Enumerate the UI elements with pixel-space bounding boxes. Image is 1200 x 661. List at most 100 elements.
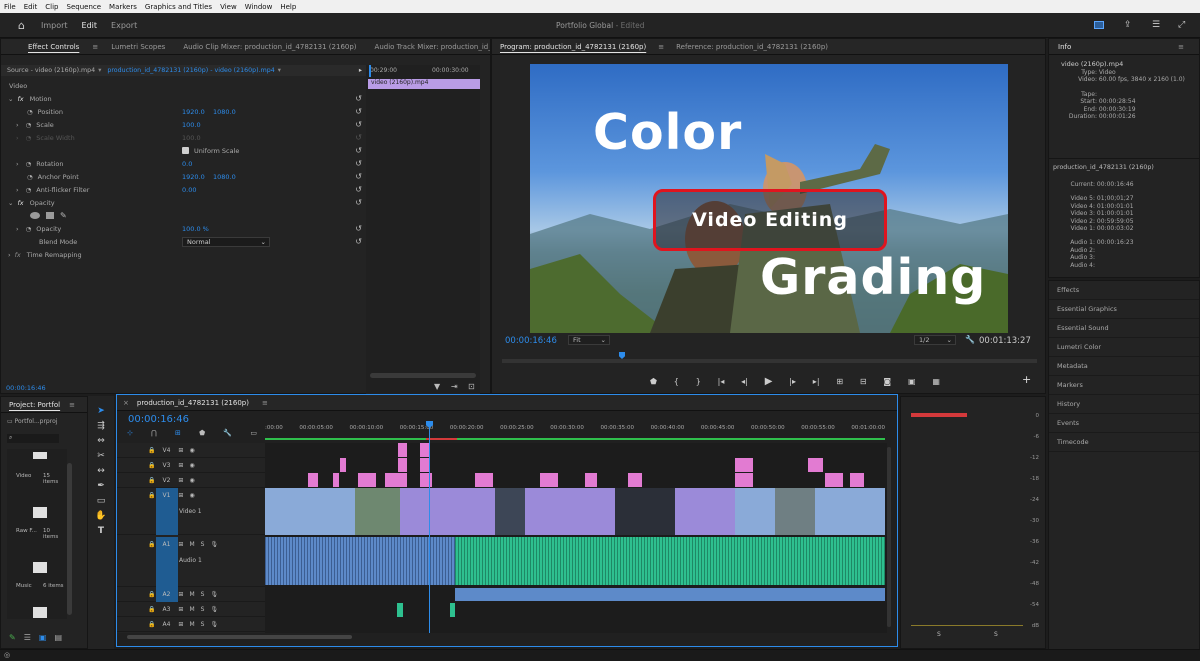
panel-markers[interactable]: Markers xyxy=(1049,376,1199,395)
clip-v3[interactable] xyxy=(340,458,346,472)
sequence-clip-label[interactable]: production_id_4782131 (2160p) - video (2… xyxy=(107,67,274,74)
tabs-menu-icon[interactable]: ≡ xyxy=(69,401,75,409)
pencil-icon[interactable]: ✎ xyxy=(9,633,16,642)
bin-item[interactable]: Music 6 items xyxy=(7,559,67,619)
timeline-playhead[interactable] xyxy=(429,421,430,633)
sync-lock-icon[interactable]: ⊞ xyxy=(178,447,183,454)
panel-essential-sound[interactable]: Essential Sound xyxy=(1049,319,1199,338)
effect-controls-timecode[interactable]: 00:00:16:46 xyxy=(6,384,46,392)
menu-file[interactable]: File xyxy=(0,3,20,11)
sync-lock-icon[interactable]: ⊞ xyxy=(178,591,183,598)
reset-icon[interactable]: ↺ xyxy=(355,120,362,129)
tabs-menu-icon[interactable]: ≡ xyxy=(655,43,667,51)
fullscreen-icon[interactable]: ⤢ xyxy=(1178,20,1185,30)
nest-icon[interactable]: ⊹ xyxy=(127,429,133,437)
tab-effect-controls[interactable]: Effect Controls xyxy=(19,43,88,51)
close-icon[interactable]: × xyxy=(117,399,133,407)
solo-right-button[interactable]: S xyxy=(994,631,998,638)
sync-lock-icon[interactable]: ⊞ xyxy=(178,621,183,628)
clip-v2[interactable] xyxy=(475,473,493,487)
stopwatch-icon[interactable]: ◔ xyxy=(26,186,32,194)
time-ruler[interactable]: :00:00 00:00:05:00 00:00:10:00 00:00:15:… xyxy=(265,421,885,441)
project-scrollbar[interactable] xyxy=(67,463,72,615)
clip-v1[interactable] xyxy=(525,488,615,535)
mini-clip[interactable]: video (2160p).mp4 xyxy=(368,79,480,89)
panel-timecode[interactable]: Timecode xyxy=(1049,433,1199,452)
panel-events[interactable]: Events xyxy=(1049,414,1199,433)
add-marker-icon[interactable]: ⬟ xyxy=(650,377,657,386)
solo-left-button[interactable]: S xyxy=(937,631,941,638)
reset-icon[interactable]: ↺ xyxy=(355,198,362,207)
freeform-view-icon[interactable]: ▤ xyxy=(54,633,62,642)
captions-icon[interactable]: ▭ xyxy=(250,429,257,437)
lock-icon[interactable]: 🔒 xyxy=(148,606,155,613)
menu-graphics[interactable]: Graphics and Titles xyxy=(141,3,216,11)
chevron-down-icon[interactable]: ⌄ xyxy=(8,199,13,207)
stopwatch-icon[interactable]: ◔ xyxy=(27,108,33,116)
menu-markers[interactable]: Markers xyxy=(105,3,141,11)
comparison-icon[interactable]: ▣ xyxy=(908,377,916,386)
menu-edit[interactable]: Edit xyxy=(20,3,42,11)
clip-v3[interactable] xyxy=(808,458,823,472)
sync-lock-icon[interactable]: ⊞ xyxy=(178,492,183,499)
menu-view[interactable]: View xyxy=(216,3,241,11)
tab-program[interactable]: Program: production_id_4782131 (2160p) xyxy=(492,43,655,51)
menu-help[interactable]: Help xyxy=(276,3,300,11)
tab-project[interactable]: Project: Portfol xyxy=(1,401,69,409)
chevron-right-icon[interactable]: › xyxy=(16,225,19,233)
extract-icon[interactable]: ⊟ xyxy=(860,377,867,386)
tabs-menu-icon[interactable]: ≡ xyxy=(1169,43,1193,51)
mini-playhead[interactable] xyxy=(369,65,371,77)
menu-clip[interactable]: Clip xyxy=(41,3,62,11)
mute-button[interactable]: M xyxy=(189,541,194,548)
reset-icon[interactable]: ↺ xyxy=(355,237,362,246)
opacity-header-row[interactable]: ⌄ fx Opacity ↺ xyxy=(1,196,366,209)
wrench-icon[interactable]: 🔧 xyxy=(965,335,975,344)
program-playhead[interactable] xyxy=(619,352,625,359)
mic-icon[interactable]: 🎙 xyxy=(210,606,218,613)
pen-tool-icon[interactable]: ✒ xyxy=(97,481,105,491)
track-area[interactable] xyxy=(265,421,887,633)
lock-icon[interactable]: 🔒 xyxy=(148,621,155,628)
sync-lock-icon[interactable]: ⊞ xyxy=(178,477,183,484)
tab-audio-clip-mixer[interactable]: Audio Clip Mixer: production_id_4782131 … xyxy=(174,43,365,51)
ripple-edit-tool-icon[interactable]: ⇔ xyxy=(97,436,105,446)
chevron-down-icon[interactable]: ⌄ xyxy=(8,95,13,103)
mute-button[interactable]: M xyxy=(189,606,194,613)
clip-v2[interactable] xyxy=(628,473,642,487)
tab-audio-track-mixer[interactable]: Audio Track Mixer: production_id_47 xyxy=(366,43,490,51)
pen-mask-icon[interactable]: ✎ xyxy=(60,211,67,220)
reset-icon[interactable]: ↺ xyxy=(355,159,362,168)
eye-icon[interactable]: ◉ xyxy=(189,477,194,484)
tabs-menu-icon[interactable]: ≡ xyxy=(88,43,102,51)
reset-icon[interactable]: ↺ xyxy=(355,185,362,194)
resolution-select[interactable]: 1/2 ⌄ xyxy=(914,335,956,345)
clip-v2[interactable] xyxy=(308,473,318,487)
workspace-icon[interactable] xyxy=(1094,21,1104,29)
filter-icon[interactable]: ▼ xyxy=(434,382,440,391)
panel-lumetri-color[interactable]: Lumetri Color xyxy=(1049,338,1199,357)
track-select-tool-icon[interactable]: ⇶ xyxy=(97,421,105,431)
clip-v2[interactable] xyxy=(735,473,753,487)
snap-icon[interactable]: ⋂ xyxy=(151,429,157,437)
clip-v4[interactable] xyxy=(398,443,407,457)
chevron-right-icon[interactable]: › xyxy=(8,251,11,259)
tab-sequence[interactable]: production_id_4782131 (2160p) xyxy=(133,399,253,407)
list-view-icon[interactable]: ☰ xyxy=(24,633,31,642)
reset-icon[interactable]: ↺ xyxy=(355,172,362,181)
add-button-icon[interactable]: + xyxy=(1022,373,1031,386)
audio-clip-a1[interactable] xyxy=(265,537,455,585)
mark-in-icon[interactable]: { xyxy=(674,377,679,386)
clip-v2[interactable] xyxy=(825,473,843,487)
play-only-icon[interactable]: ▸ xyxy=(359,67,362,74)
clip-v1[interactable] xyxy=(815,488,885,535)
play-icon[interactable]: ▶ xyxy=(765,376,773,387)
clip-v1[interactable] xyxy=(495,488,525,535)
program-timecode[interactable]: 00:00:16:46 xyxy=(505,336,557,346)
anchor-y-value[interactable]: 1080.0 xyxy=(213,173,236,181)
sync-lock-icon[interactable]: ⊞ xyxy=(178,606,183,613)
lock-icon[interactable]: 🔒 xyxy=(148,477,155,484)
reset-icon[interactable]: ↺ xyxy=(355,224,362,233)
chevron-right-icon[interactable]: › xyxy=(16,121,19,129)
clip-v2[interactable] xyxy=(385,473,407,487)
